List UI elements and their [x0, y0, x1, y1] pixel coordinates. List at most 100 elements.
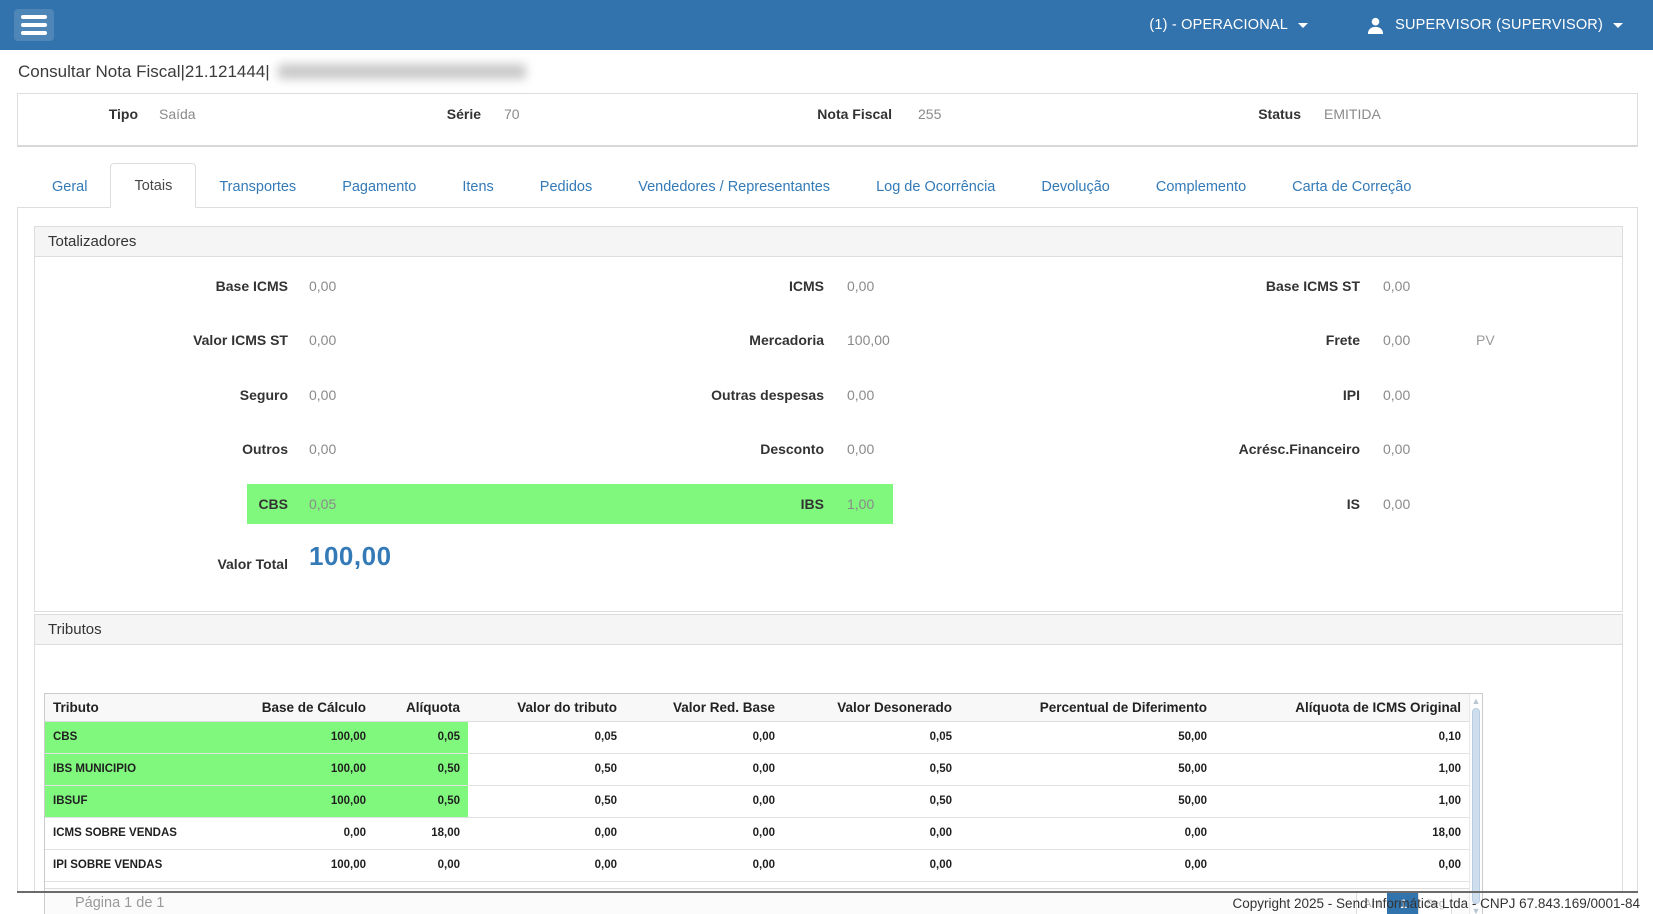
tributos-panel: Tributos TributoBase de CálculoAlíquotaV… [34, 614, 1623, 892]
totalizador-label-seguro: Seguro [28, 387, 288, 403]
menu-toggle-button[interactable] [14, 9, 54, 41]
cell-aliquota: 0,05 [374, 721, 468, 753]
tab-itens[interactable]: Itens [439, 165, 516, 208]
totalizador-value-is: 0,00 [1383, 496, 1410, 512]
cell-tributo: ICMS SOBRE VENDAS [45, 817, 245, 849]
totalizador-label-acresc-financeiro: Acrésc.Financeiro [1100, 441, 1360, 457]
totalizador-value-frete: 0,00 [1383, 332, 1410, 348]
chevron-down-icon [1613, 23, 1623, 28]
column-header-valor-red-base: Valor Red. Base [625, 694, 783, 721]
column-header-aliquota-de-icms-original: Alíquota de ICMS Original [1215, 694, 1469, 721]
table-row-cbs[interactable]: CBS100,000,050,050,000,0550,000,10 [45, 721, 1469, 753]
cell-aliquota: 0,50 [374, 753, 468, 785]
totalizador-label-cbs: CBS [28, 496, 288, 512]
tab-pedidos[interactable]: Pedidos [517, 165, 615, 208]
user-label: SUPERVISOR (SUPERVISOR) [1395, 17, 1603, 33]
tab-devolucao[interactable]: Devolução [1018, 165, 1133, 208]
cell-percentual-de-diferimento: 0,00 [960, 817, 1215, 849]
context-label: (1) - OPERACIONAL [1149, 17, 1288, 33]
page-title-row: Consultar Nota Fiscal|21.121444| [0, 50, 1653, 93]
field-label: Série [221, 106, 481, 122]
cell-aliquota-de-icms-original: 1,00 [1215, 753, 1469, 785]
user-menu-dropdown[interactable]: SUPERVISOR (SUPERVISOR) [1366, 16, 1623, 35]
totalizador-value-outros: 0,00 [309, 441, 336, 457]
table-scrollbar[interactable]: ▲ ▼ [1469, 694, 1482, 914]
column-header-valor-do-tributo: Valor do tributo [468, 694, 625, 721]
field-value: 255 [918, 106, 941, 122]
cell-aliquota-de-icms-original: 18,00 [1215, 817, 1469, 849]
table-row-icms-sobre-vendas[interactable]: ICMS SOBRE VENDAS0,0018,000,000,000,000,… [45, 817, 1469, 849]
field-label: Nota Fiscal [632, 106, 892, 122]
cell-valor-desonerado: 0,50 [783, 785, 960, 817]
field-status: Status EMITIDA [1041, 106, 1381, 122]
table-row-ibs-municipio[interactable]: IBS MUNICIPIO100,000,500,500,000,5050,00… [45, 753, 1469, 785]
scrollbar-thumb[interactable] [1472, 708, 1480, 904]
totalizador-label-outros: Outros [28, 441, 288, 457]
cell-valor-desonerado: 0,00 [783, 849, 960, 881]
topbar-right-group: (1) - OPERACIONAL SUPERVISOR (SUPERVISOR… [1149, 16, 1623, 35]
cell-percentual-de-diferimento: 0,00 [960, 849, 1215, 881]
redacted-text [278, 64, 526, 79]
top-navigation-bar: (1) - OPERACIONAL SUPERVISOR (SUPERVISOR… [0, 0, 1653, 50]
totalizador-value-mercadoria: 100,00 [847, 332, 890, 348]
valor-total-label: Valor Total [28, 556, 288, 572]
cell-valor-red-base: 0,00 [625, 721, 783, 753]
totalizadores-panel-title: Totalizadores [35, 227, 1622, 257]
table-row-ipi-sobre-vendas[interactable]: IPI SOBRE VENDAS100,000,000,000,000,000,… [45, 849, 1469, 881]
tributos-panel-title: Tributos [35, 615, 1622, 645]
totalizador-value-desconto: 0,00 [847, 441, 874, 457]
tab-complemento[interactable]: Complemento [1133, 165, 1269, 208]
tab-totais[interactable]: Totais [110, 163, 196, 208]
valor-total-value: 100,00 [309, 541, 392, 572]
tab-geral[interactable]: Geral [29, 165, 110, 208]
totalizadores-body: Valor Total 100,00 Base ICMS0,00ICMS0,00… [35, 257, 1622, 611]
cell-percentual-de-diferimento: 50,00 [960, 785, 1215, 817]
cell-aliquota: 0,00 [374, 849, 468, 881]
tab-carta-de-correcao[interactable]: Carta de Correção [1269, 165, 1434, 208]
content-bottom-divider [17, 891, 1638, 893]
chevron-down-icon [1298, 23, 1308, 28]
cell-base-de-calculo: 100,00 [245, 753, 374, 785]
totalizador-value-acresc-financeiro: 0,00 [1383, 441, 1410, 457]
totalizador-label-outras-despesas: Outras despesas [564, 387, 824, 403]
totalizador-label-valor-icms-st: Valor ICMS ST [28, 332, 288, 348]
operational-context-dropdown[interactable]: (1) - OPERACIONAL [1149, 17, 1308, 33]
cell-aliquota-de-icms-original: 1,00 [1215, 785, 1469, 817]
cell-valor-red-base: 0,00 [625, 849, 783, 881]
tab-pagamento[interactable]: Pagamento [319, 165, 439, 208]
tab-transportes[interactable]: Transportes [196, 165, 319, 208]
table-header-row: TributoBase de CálculoAlíquotaValor do t… [45, 694, 1469, 721]
cell-aliquota-de-icms-original: 0,10 [1215, 721, 1469, 753]
totalizador-value-ipi: 0,00 [1383, 387, 1410, 403]
cell-valor-desonerado: 0,05 [783, 721, 960, 753]
tab-vendedores-representantes[interactable]: Vendedores / Representantes [615, 165, 853, 208]
totalizador-value-ibs: 1,00 [847, 496, 874, 512]
cell-valor-red-base: 0,00 [625, 785, 783, 817]
cell-valor-desonerado: 0,00 [783, 817, 960, 849]
field-serie: Série 70 [221, 106, 520, 122]
cell-valor-red-base: 0,00 [625, 817, 783, 849]
column-header-tributo: Tributo [45, 694, 245, 721]
field-nota-fiscal: Nota Fiscal 255 [632, 106, 941, 122]
cell-aliquota: 0,50 [374, 785, 468, 817]
cell-valor-do-tributo: 0,50 [468, 785, 625, 817]
tributos-table: TributoBase de CálculoAlíquotaValor do t… [45, 694, 1469, 882]
totalizador-suffix-frete: PV [1476, 332, 1495, 348]
tab-log-de-ocorrencia[interactable]: Log de Ocorrência [853, 165, 1018, 208]
tab-bar: GeralTotaisTransportesPagamentoItensPedi… [17, 157, 1638, 208]
totalizador-label-frete: Frete [1100, 332, 1360, 348]
cell-valor-do-tributo: 0,00 [468, 849, 625, 881]
cell-tributo: IBSUF [45, 785, 245, 817]
totalizador-label-ibs: IBS [564, 496, 824, 512]
scroll-up-icon[interactable]: ▲ [1470, 695, 1482, 707]
field-value: EMITIDA [1324, 106, 1381, 122]
totalizador-label-base-icms-st: Base ICMS ST [1100, 278, 1360, 294]
column-header-percentual-de-diferimento: Percentual de Diferimento [960, 694, 1215, 721]
hamburger-icon [21, 23, 47, 27]
field-label: Status [1041, 106, 1301, 122]
tributos-grid: TributoBase de CálculoAlíquotaValor do t… [44, 693, 1483, 914]
field-value: 70 [504, 106, 520, 122]
totalizador-value-outras-despesas: 0,00 [847, 387, 874, 403]
table-row-ibsuf[interactable]: IBSUF100,000,500,500,000,5050,001,00 [45, 785, 1469, 817]
nota-summary-panel: TipoSaídaSérie70Nota Fiscal255StatusEMIT… [17, 93, 1638, 147]
